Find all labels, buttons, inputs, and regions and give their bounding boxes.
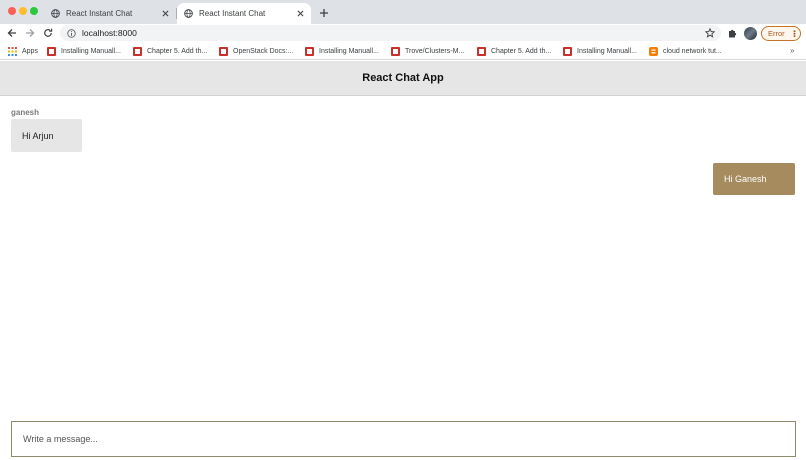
bookmark-label: Installing Manuall... <box>61 48 121 55</box>
redhat-icon <box>391 47 400 56</box>
browser-toolbar: localhost:8000 Error ••• <box>0 24 806 43</box>
bookmark-item[interactable]: Chapter 5. Add th... <box>133 46 207 57</box>
globe-icon <box>184 9 193 18</box>
redhat-icon <box>219 47 228 56</box>
kebab-menu-icon: ••• <box>790 30 797 38</box>
message-text: Hi Ganesh <box>724 174 767 184</box>
bookmark-item[interactable]: Installing Manuall... <box>563 46 637 57</box>
bookmark-label: Chapter 5. Add th... <box>491 48 552 55</box>
bookmark-item[interactable]: Installing Manuall... <box>47 46 121 57</box>
reload-icon[interactable] <box>41 26 55 40</box>
redhat-icon <box>305 47 314 56</box>
message-text: Hi Arjun <box>22 130 54 141</box>
browser-tab-2-active[interactable]: React Instant Chat <box>177 3 311 24</box>
app-header: React Chat App <box>0 61 806 96</box>
bookmark-label: OpenStack Docs:... <box>233 48 294 55</box>
close-tab-icon[interactable] <box>159 8 171 20</box>
bookmark-label: Installing Manuall... <box>319 48 379 55</box>
bookmark-apps[interactable]: Apps <box>8 46 38 57</box>
bookmark-item[interactable]: Installing Manuall... <box>305 46 379 57</box>
back-arrow-icon[interactable] <box>5 26 19 40</box>
bookmark-star-icon[interactable] <box>705 28 715 38</box>
more-bookmarks-chevron-icon[interactable]: » <box>790 46 794 55</box>
tab-title: React Instant Chat <box>66 9 133 18</box>
bookmark-label: Trove/Clusters-M... <box>405 48 465 55</box>
bookmark-label: Apps <box>22 48 38 55</box>
address-bar[interactable]: localhost:8000 <box>60 25 721 41</box>
redhat-icon <box>47 47 56 56</box>
message-input[interactable] <box>23 422 795 456</box>
received-message-bubble: Hi Arjun <box>11 119 82 152</box>
message-sender-name: ganesh <box>11 108 40 117</box>
redhat-icon <box>133 47 142 56</box>
bookmark-label: cloud network tut... <box>663 48 722 55</box>
blogger-icon <box>649 47 658 56</box>
close-tab-icon[interactable] <box>294 8 306 20</box>
tab-title: React Instant Chat <box>199 9 266 18</box>
bookmark-item[interactable]: cloud network tut... <box>649 46 722 57</box>
window-minimize-button[interactable] <box>19 7 27 15</box>
url-text: localhost:8000 <box>82 28 137 38</box>
error-label: Error <box>768 29 785 38</box>
bookmark-item[interactable]: Chapter 5. Add th... <box>477 46 551 57</box>
bookmarks-bar: Apps Installing Manuall... Chapter 5. Ad… <box>0 43 806 60</box>
info-icon[interactable] <box>67 28 76 38</box>
forward-arrow-icon[interactable] <box>23 26 37 40</box>
window-zoom-button[interactable] <box>30 7 38 15</box>
globe-icon <box>51 9 60 18</box>
window-close-button[interactable] <box>8 7 16 15</box>
puzzle-extensions-icon[interactable] <box>727 28 738 39</box>
redhat-icon <box>563 47 572 56</box>
message-composer <box>11 421 796 457</box>
profile-avatar[interactable] <box>744 27 757 40</box>
bookmark-item[interactable]: Trove/Clusters-M... <box>391 46 464 57</box>
browser-tab-1[interactable]: React Instant Chat <box>44 3 176 24</box>
redhat-icon <box>477 47 486 56</box>
bookmark-item[interactable]: OpenStack Docs:... <box>219 46 293 57</box>
apps-grid-icon <box>8 47 17 56</box>
bookmark-label: Installing Manuall... <box>577 48 637 55</box>
new-tab-plus-icon[interactable] <box>318 7 330 19</box>
bookmark-label: Chapter 5. Add th... <box>147 48 208 55</box>
app-title: React Chat App <box>362 72 444 84</box>
error-button[interactable]: Error ••• <box>761 26 801 41</box>
browser-tab-strip: React Instant Chat React Instant Chat <box>0 0 806 24</box>
sent-message-bubble: Hi Ganesh <box>713 163 795 195</box>
